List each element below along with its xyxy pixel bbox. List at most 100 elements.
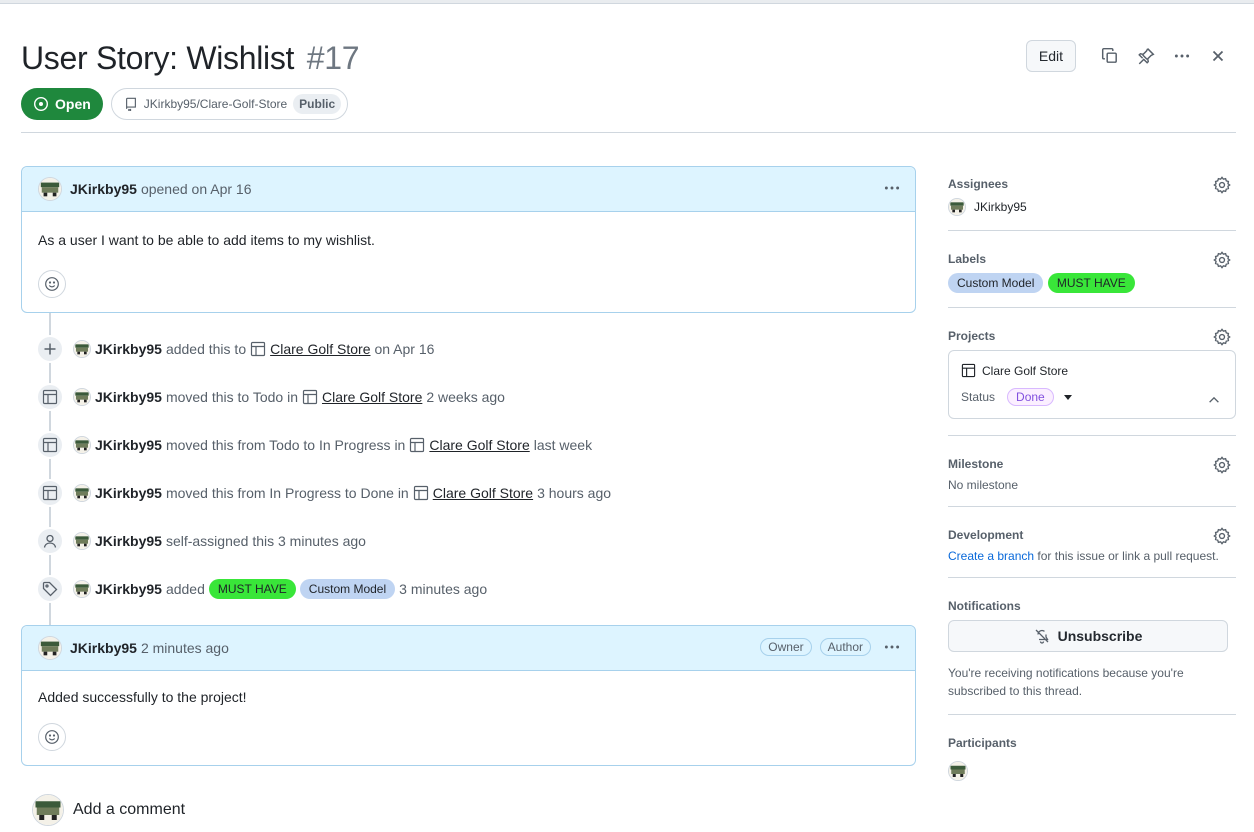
table-icon	[36, 479, 64, 507]
create-branch-link[interactable]: Create a branch	[948, 549, 1034, 563]
copy-icon[interactable]	[1092, 40, 1128, 72]
labels-section: Labels Custom Model MUST HAVE	[948, 231, 1236, 308]
pin-icon[interactable]	[1128, 40, 1164, 72]
project-name-row[interactable]: Clare Golf Store	[961, 363, 1223, 378]
timeline-event: JKirkby95 moved this to Todo in Clare Go…	[36, 373, 916, 421]
comment-badges: Owner Author	[760, 638, 871, 656]
avatar[interactable]	[73, 484, 91, 502]
event-actor[interactable]: JKirkby95	[95, 533, 162, 549]
participants-section: Participants	[948, 715, 1236, 800]
comment-header: JKirkby95 2 minutes ago Owner Author	[22, 626, 915, 671]
kebab-menu-icon[interactable]	[1164, 40, 1200, 72]
close-icon[interactable]	[1200, 40, 1236, 72]
gear-icon[interactable]	[1213, 456, 1231, 474]
project-table-icon	[410, 437, 425, 453]
table-icon	[36, 383, 64, 411]
comment-meta[interactable]: opened on Apr 16	[141, 181, 252, 197]
project-status-row: Status Done	[961, 388, 1223, 406]
comment-body: As a user I want to be able to add items…	[22, 212, 915, 312]
avatar[interactable]	[38, 636, 62, 660]
projects-title: Projects	[948, 329, 996, 343]
assignee-name: JKirkby95	[974, 200, 1027, 214]
repo-pill[interactable]: JKirkby95/Clare-Golf-Store Public	[110, 88, 349, 120]
header-divider	[21, 132, 1236, 133]
event-actor[interactable]: JKirkby95	[95, 581, 162, 597]
comment-text: Added successfully to the project!	[38, 689, 247, 705]
edit-button[interactable]: Edit	[1025, 40, 1076, 72]
issue-sidebar: Assignees JKirkby95 Labels Custom Model …	[948, 166, 1236, 800]
project-name: Clare Golf Store	[982, 363, 1069, 378]
notifications-section: Notifications Unsubscribe You're receivi…	[948, 578, 1236, 715]
status-value[interactable]: Done	[1007, 388, 1054, 406]
label-must-have[interactable]: MUST HAVE	[1047, 273, 1135, 293]
milestone-value: No milestone	[948, 478, 1019, 492]
issue-number: #17	[306, 40, 360, 76]
participant-avatar[interactable]	[948, 761, 968, 781]
avatar[interactable]	[38, 177, 62, 201]
comment-author[interactable]: JKirkby95	[70, 181, 137, 197]
timeline-event: JKirkby95 added MUST HAVE Custom Model 3…	[36, 565, 916, 613]
owner-badge: Owner	[760, 638, 812, 656]
event-text: self-assigned this 3 minutes ago	[165, 533, 366, 549]
add-reaction-smiley-icon[interactable]	[38, 270, 66, 298]
project-link[interactable]: Clare Golf Store	[270, 341, 370, 357]
project-link[interactable]: Clare Golf Store	[322, 389, 422, 405]
avatar[interactable]	[73, 436, 91, 454]
development-title: Development	[948, 528, 1024, 542]
person-icon	[36, 527, 64, 555]
table-icon	[36, 431, 64, 459]
issue-state-row: Open JKirkby95/Clare-Golf-Store Public	[21, 88, 349, 120]
gear-icon[interactable]	[1213, 251, 1231, 269]
timeline-event: JKirkby95 self-assigned this 3 minutes a…	[36, 517, 916, 565]
avatar[interactable]	[73, 340, 91, 358]
avatar[interactable]	[73, 580, 91, 598]
plus-icon	[36, 335, 64, 363]
issue-header: User Story: Wishlist #17 Edit	[21, 38, 1236, 78]
project-table-icon	[251, 341, 266, 357]
event-text: added	[165, 581, 205, 597]
assignees-section: Assignees JKirkby95	[948, 166, 1236, 231]
event-actor[interactable]: JKirkby95	[95, 389, 162, 405]
avatar[interactable]	[73, 532, 91, 550]
gear-icon[interactable]	[1213, 527, 1231, 545]
second-comment: JKirkby95 2 minutes ago Owner Author Add…	[21, 625, 916, 766]
add-reaction-smiley-icon[interactable]	[38, 723, 66, 751]
add-comment-label[interactable]: Add a comment	[73, 801, 185, 819]
comment-author[interactable]: JKirkby95	[70, 640, 137, 656]
chevron-down-icon[interactable]	[1063, 394, 1072, 400]
gear-icon[interactable]	[1213, 328, 1231, 346]
status-label: Status	[961, 390, 996, 404]
label-custom-model[interactable]: Custom Model	[948, 273, 1044, 293]
event-text: moved this from Todo to In Progress in	[165, 437, 406, 453]
comment-meta[interactable]: 2 minutes ago	[141, 640, 229, 656]
event-time: 2 weeks ago	[426, 389, 505, 405]
label-custom-model[interactable]: Custom Model	[299, 579, 396, 599]
timeline: JKirkby95 added this to Clare Golf Store…	[21, 313, 916, 625]
event-text: moved this from In Progress to Done in	[165, 485, 409, 501]
event-text: moved this to Todo in	[165, 389, 298, 405]
event-actor[interactable]: JKirkby95	[95, 485, 162, 501]
development-text: for this issue or link a pull request.	[1037, 549, 1219, 563]
author-badge: Author	[819, 638, 871, 656]
event-text: added this to	[165, 341, 247, 357]
event-actor[interactable]: JKirkby95	[95, 437, 162, 453]
gear-icon[interactable]	[1213, 176, 1231, 194]
event-actor[interactable]: JKirkby95	[95, 341, 162, 357]
project-link[interactable]: Clare Golf Store	[429, 437, 529, 453]
issue-title-text: User Story: Wishlist	[21, 40, 295, 76]
chevron-up-icon[interactable]	[1207, 393, 1221, 407]
unsubscribe-label: Unsubscribe	[1057, 628, 1143, 644]
event-time: on Apr 16	[374, 341, 435, 357]
project-table-icon	[302, 389, 318, 405]
avatar[interactable]	[73, 388, 91, 406]
comment-kebab-icon[interactable]	[883, 179, 901, 200]
comment-kebab-icon[interactable]	[883, 638, 901, 659]
assignee[interactable]: JKirkby95	[948, 198, 1236, 216]
label-must-have[interactable]: MUST HAVE	[208, 579, 296, 599]
labels-title: Labels	[948, 252, 987, 266]
bell-slash-icon	[1035, 629, 1049, 644]
unsubscribe-button[interactable]: Unsubscribe	[948, 620, 1228, 652]
add-comment[interactable]: Add a comment	[32, 794, 185, 826]
comment-text: As a user I want to be able to add items…	[38, 232, 375, 248]
project-link[interactable]: Clare Golf Store	[433, 485, 533, 501]
